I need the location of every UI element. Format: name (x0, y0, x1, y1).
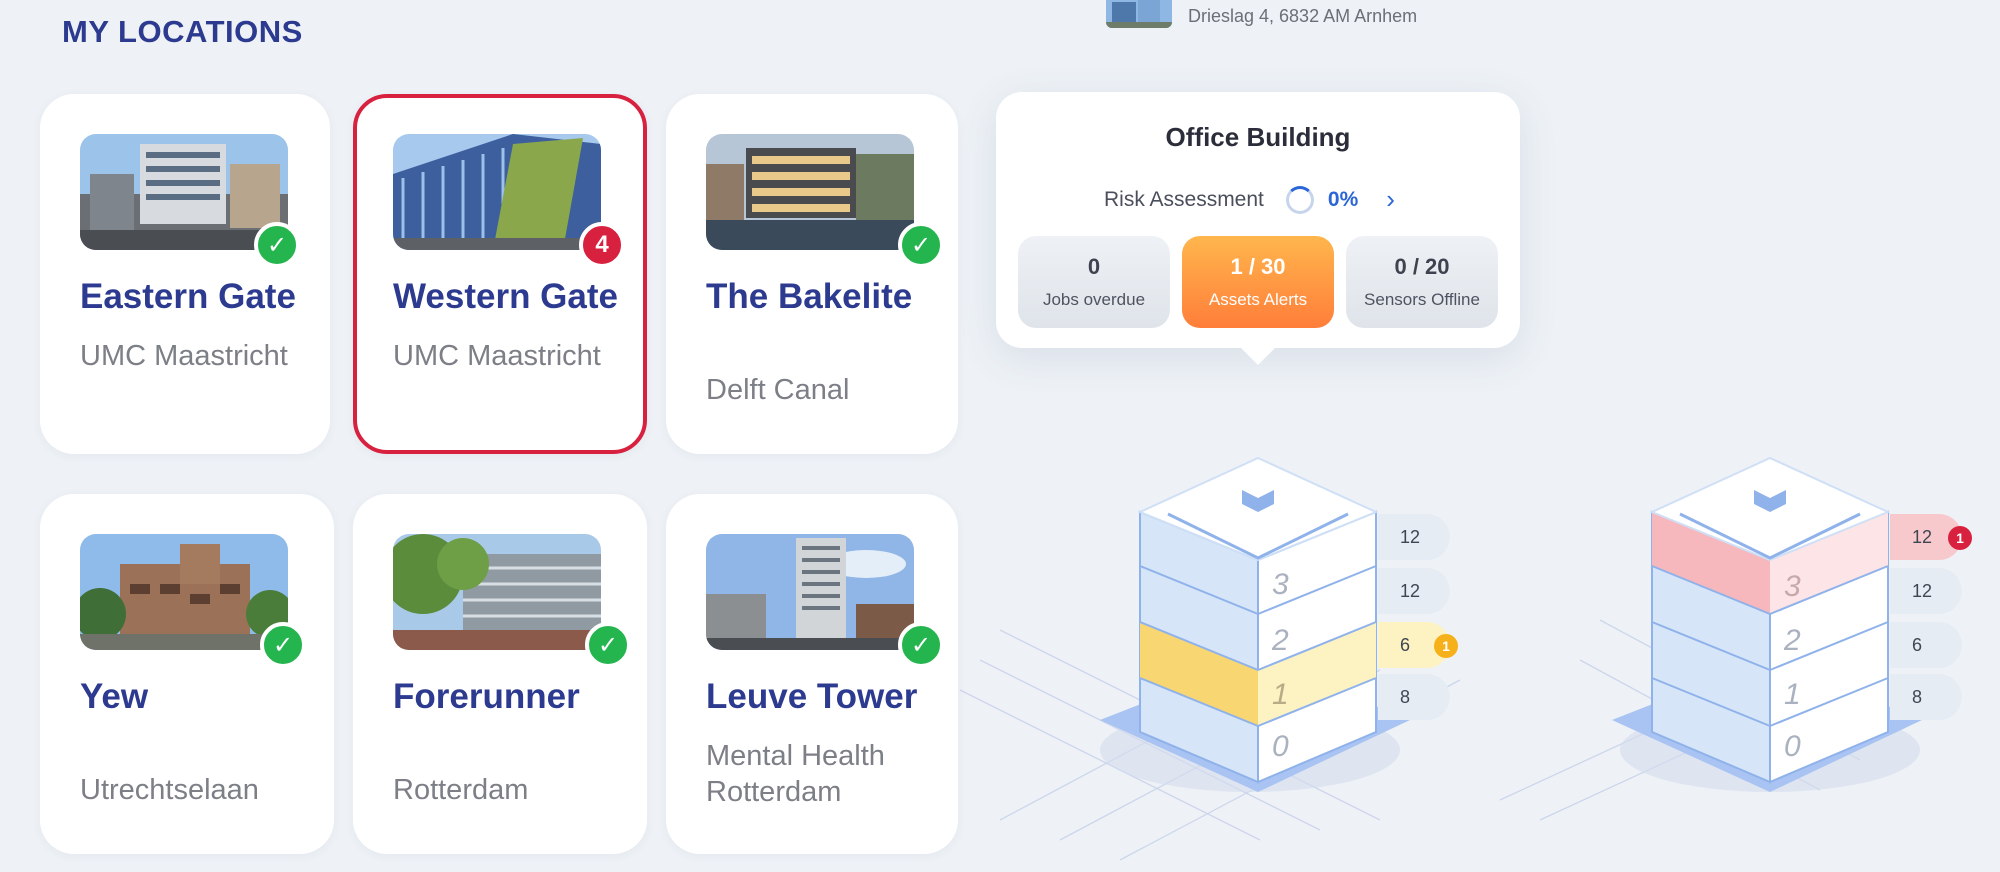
floor-number: 2 (1272, 624, 1289, 657)
floor-alert-badge: 1 (1434, 634, 1458, 658)
floor-number: 3 (1272, 568, 1289, 601)
floor-number: 2 (1784, 624, 1801, 657)
stat-value: 0 (1087, 254, 1101, 279)
floor-count-label[interactable]: 12 (1890, 568, 1962, 614)
stat-value: 1 / 30 (1230, 254, 1286, 279)
sensors-offline-stat[interactable]: 0 / 20 Sensors Offline (1346, 236, 1498, 328)
stat-value: 0 / 20 (1394, 254, 1450, 279)
floor-alert-badge: 1 (1948, 526, 1972, 550)
risk-label: Risk Assessment (1104, 187, 1264, 211)
floor-number: 3 (1784, 570, 1801, 603)
floor-count-label[interactable]: 6 (1890, 622, 1962, 668)
progress-ring-icon (1285, 185, 1314, 214)
chevron-right-icon[interactable]: › (1386, 184, 1395, 215)
floor-number: 0 (1272, 730, 1289, 763)
jobs-overdue-stat[interactable]: 0 Jobs overdue (1018, 236, 1170, 328)
building-summary-popup: Office Building Risk Assessment 0% › 0 J… (996, 92, 1520, 348)
risk-assessment-row[interactable]: Risk Assessment 0% › (1104, 184, 1395, 215)
building-model-1 (1100, 456, 1410, 792)
floor-count-label[interactable]: 8 (1378, 674, 1450, 720)
floor-count-label[interactable]: 12 (1378, 514, 1450, 560)
stat-label: Sensors Offline (1364, 290, 1480, 309)
building-model-2 (1612, 456, 1922, 792)
floor-number: 1 (1272, 678, 1289, 711)
assets-alerts-stat[interactable]: 1 / 30 Assets Alerts (1182, 236, 1334, 328)
stat-label: Assets Alerts (1208, 290, 1308, 309)
risk-value: 0% (1327, 187, 1359, 211)
popup-title: Office Building (1165, 122, 1351, 152)
floor-count-label[interactable]: 12 (1378, 568, 1450, 614)
floor-number: 1 (1784, 678, 1801, 711)
stat-label: Jobs overdue (1042, 290, 1146, 309)
floor-number: 0 (1784, 730, 1801, 763)
floor-count-label[interactable]: 8 (1890, 674, 1962, 720)
